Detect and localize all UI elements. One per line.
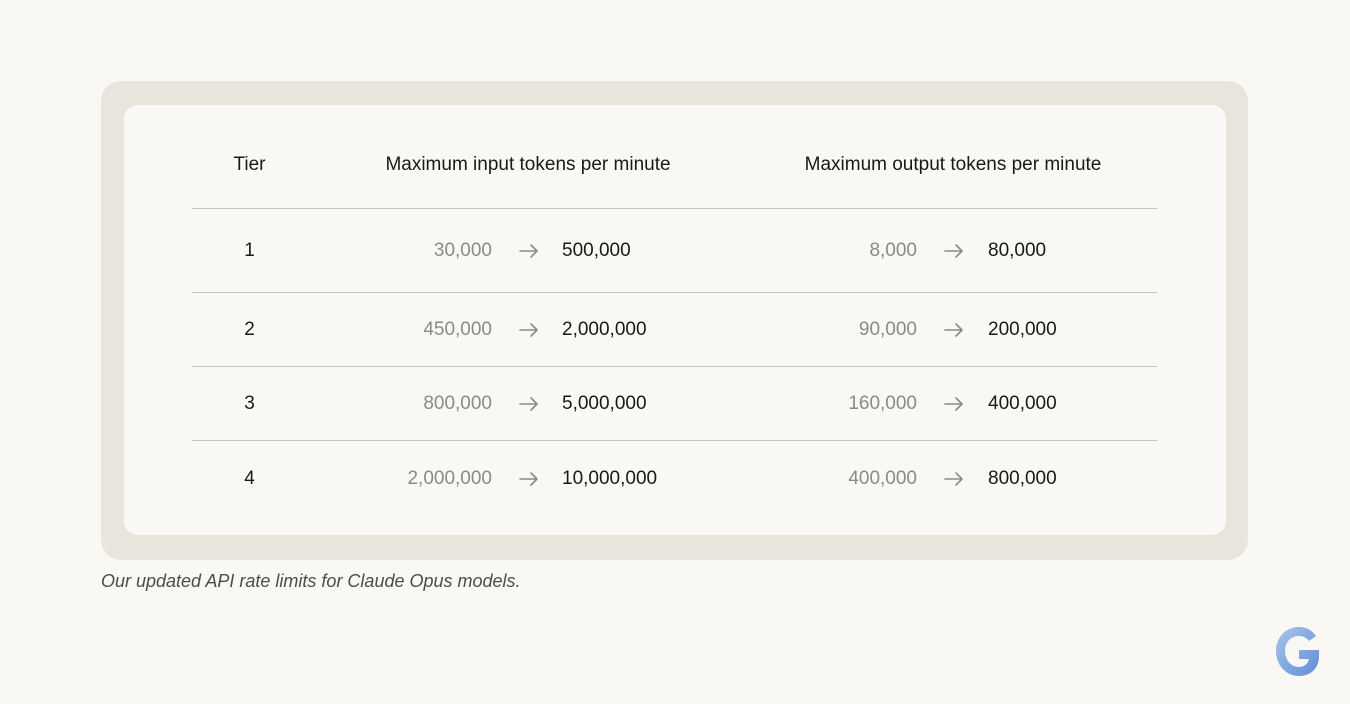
input-old-value: 2,000,000 xyxy=(407,468,492,489)
table-row: 2 450,000 2,000,000 90,000 200,000 xyxy=(192,293,1157,367)
header-input-tokens: Maximum input tokens per minute xyxy=(385,153,671,175)
tier-cell: 2 xyxy=(244,318,255,340)
arrow-right-icon xyxy=(514,293,544,366)
table-row: 1 30,000 500,000 8,000 80,000 xyxy=(192,209,1157,293)
output-old-value: 90,000 xyxy=(858,318,917,340)
header-output-tokens: Maximum output tokens per minute xyxy=(804,153,1102,175)
output-new-value: 80,000 xyxy=(988,239,1047,261)
tier-cell: 3 xyxy=(244,392,255,414)
page: Tier Maximum input tokens per minute Max… xyxy=(0,0,1350,704)
arrow-right-icon xyxy=(514,441,544,517)
output-old-value: 8,000 xyxy=(869,239,917,261)
table-row: 3 800,000 5,000,000 160,000 400,000 xyxy=(192,367,1157,441)
table-card: Tier Maximum input tokens per minute Max… xyxy=(124,105,1226,535)
output-new-value: 800,000 xyxy=(988,468,1057,489)
arrow-right-icon xyxy=(939,441,969,517)
tier-cell: 4 xyxy=(244,468,255,489)
input-new-value: 2,000,000 xyxy=(562,318,647,340)
table-card-frame: Tier Maximum input tokens per minute Max… xyxy=(101,81,1248,560)
table-header-row: Tier Maximum input tokens per minute Max… xyxy=(192,105,1157,209)
input-new-value: 10,000,000 xyxy=(562,468,658,489)
output-new-value: 200,000 xyxy=(988,318,1057,340)
table-row: 4 2,000,000 10,000,000 400,000 800,000 xyxy=(192,441,1157,517)
arrow-right-icon xyxy=(939,293,969,366)
input-old-value: 800,000 xyxy=(423,392,492,414)
output-old-value: 160,000 xyxy=(848,392,917,414)
rate-limits-table: Tier Maximum input tokens per minute Max… xyxy=(192,105,1157,535)
header-tier: Tier xyxy=(233,153,266,175)
input-new-value: 5,000,000 xyxy=(562,392,647,414)
tier-cell: 1 xyxy=(244,239,255,261)
input-old-value: 450,000 xyxy=(423,318,492,340)
arrow-right-icon xyxy=(939,209,969,292)
output-old-value: 400,000 xyxy=(848,468,917,489)
arrow-right-icon xyxy=(939,367,969,440)
table-caption: Our updated API rate limits for Claude O… xyxy=(101,571,521,591)
input-old-value: 30,000 xyxy=(433,239,492,261)
g-logo-icon xyxy=(1272,624,1322,680)
output-new-value: 400,000 xyxy=(988,392,1057,414)
arrow-right-icon xyxy=(514,209,544,292)
arrow-right-icon xyxy=(514,367,544,440)
input-new-value: 500,000 xyxy=(562,239,631,261)
